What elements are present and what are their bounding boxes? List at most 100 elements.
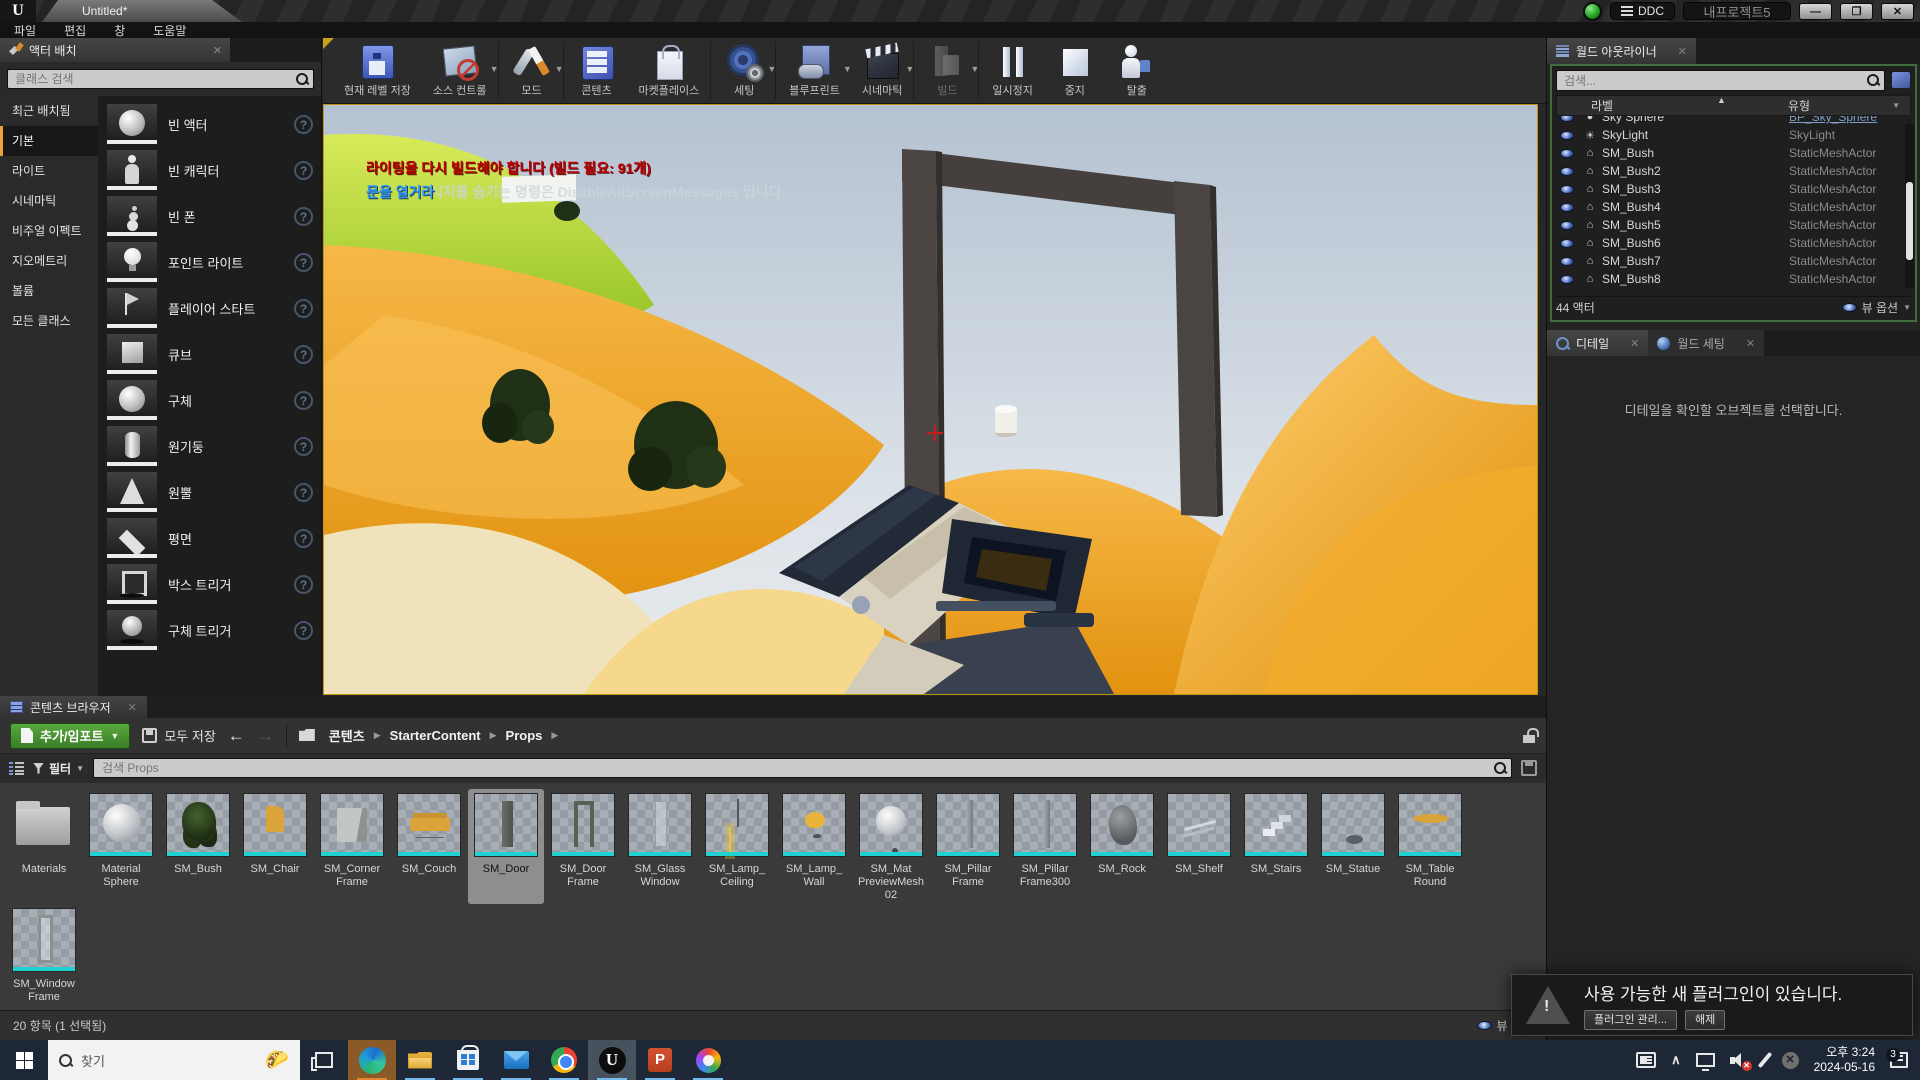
category-item[interactable]: 모든 클래스 [0, 306, 98, 336]
toolbar-button[interactable]: ▼ 빌드 [916, 42, 979, 99]
outliner-row[interactable]: ☀ SkyLight SkyLight [1556, 126, 1911, 144]
asset-item[interactable]: SM_Corner Frame [314, 789, 390, 904]
visibility-eye-icon[interactable] [1560, 239, 1574, 248]
asset-item[interactable]: SM_Pillar Frame [930, 789, 1006, 904]
tray-expand-icon[interactable]: ∧ [1671, 1052, 1681, 1068]
class-search-box[interactable] [7, 69, 314, 89]
menu-item[interactable]: 도움말 [139, 22, 200, 39]
filter-button[interactable]: 필터 ▼ [33, 760, 84, 777]
help-icon[interactable]: ? [294, 115, 313, 134]
help-icon[interactable]: ? [294, 299, 313, 318]
close-tab-icon[interactable]: ✕ [1746, 337, 1755, 350]
asset-item[interactable]: SM_Bush [160, 789, 236, 904]
content-browser-tab[interactable]: 콘텐츠 브라우저 ✕ [0, 696, 147, 718]
breadcrumb-link[interactable]: Props [506, 728, 543, 743]
toolbar-button[interactable]: ▼ 콘텐츠 [566, 42, 628, 99]
category-item[interactable]: 시네마틱 [0, 186, 98, 216]
chevron-down-icon[interactable]: ▼ [905, 64, 914, 74]
placeable-actor-item[interactable]: 빈 액터 ? [98, 101, 321, 147]
close-tab-icon[interactable]: ✕ [213, 44, 222, 57]
open-folder-icon[interactable] [299, 729, 317, 742]
outliner-row[interactable]: ⌂ SM_Bush8 StaticMeshActor [1556, 270, 1911, 288]
taskbar-app-unreal[interactable]: U [588, 1040, 636, 1080]
asset-item[interactable]: SM_Pillar Frame300 [1007, 789, 1083, 904]
taskbar-app-edge[interactable] [348, 1040, 396, 1080]
asset-item[interactable]: SM_Window Frame [6, 904, 82, 1006]
outliner-row[interactable]: ⌂ SM_Bush5 StaticMeshActor [1556, 216, 1911, 234]
close-circle-icon[interactable]: ✕ [1782, 1052, 1799, 1069]
visibility-eye-icon[interactable] [1560, 149, 1574, 158]
asset-item[interactable]: SM_Chair [237, 789, 313, 904]
breadcrumb-link[interactable]: StarterContent [390, 728, 481, 743]
breadcrumb-link[interactable]: 콘텐츠 [329, 726, 365, 745]
asset-item[interactable]: SM_Glass Window [622, 789, 698, 904]
widgets-news-icon[interactable] [1636, 1052, 1656, 1068]
close-tab-icon[interactable]: ✕ [1630, 337, 1639, 350]
start-button[interactable] [0, 1040, 48, 1080]
save-all-button[interactable]: 모두 저장 [142, 726, 215, 745]
close-tab-icon[interactable]: ✕ [1678, 45, 1687, 58]
placeable-actor-item[interactable]: 박스 트리거 ? [98, 561, 321, 607]
toolbar-button[interactable]: ▼ 세팅 [713, 42, 776, 99]
taskbar-app-store[interactable] [444, 1040, 492, 1080]
add-import-button[interactable]: 추가/임포트 ▼ [10, 723, 130, 749]
placeable-actor-item[interactable]: 원뿔 ? [98, 469, 321, 515]
chevron-down-icon[interactable]: ▼ [555, 64, 564, 74]
visibility-eye-icon[interactable] [1560, 221, 1574, 230]
help-icon[interactable]: ? [294, 391, 313, 410]
visibility-eye-icon[interactable] [1560, 131, 1574, 140]
asset-item[interactable]: SM_Door [468, 789, 544, 904]
menu-item[interactable]: 창 [100, 22, 139, 39]
menu-item[interactable]: 파일 [0, 22, 50, 39]
taskbar-app-krita[interactable] [684, 1040, 732, 1080]
category-item[interactable]: 비주얼 이펙트 [0, 216, 98, 246]
chevron-down-icon[interactable]: ▼ [1892, 101, 1900, 110]
chevron-right-icon[interactable]: ▶ [374, 730, 381, 741]
chevron-right-icon[interactable]: ▶ [551, 730, 558, 741]
help-icon[interactable]: ? [294, 529, 313, 548]
placeable-actor-item[interactable]: 구체 ? [98, 377, 321, 423]
help-icon[interactable]: ? [294, 621, 313, 640]
outliner-row[interactable]: ⌂ SM_Bush4 StaticMeshActor [1556, 198, 1911, 216]
asset-item[interactable]: SM_Rock [1084, 789, 1160, 904]
placeable-actor-item[interactable]: 빈 폰 ? [98, 193, 321, 239]
pen-icon[interactable] [1757, 1052, 1772, 1068]
visibility-eye-icon[interactable] [1560, 257, 1574, 266]
level-viewport[interactable]: 라이팅을 다시 빌드해야 합니다 (빌드 필요: 91개) 시지를 숨기는 명령… [323, 104, 1538, 695]
taskbar-search-box[interactable]: 찾기 🌮 [48, 1040, 300, 1080]
asset-item[interactable]: SM_Lamp_ Ceiling [699, 789, 775, 904]
taskbar-app-powerpoint[interactable]: P [636, 1040, 684, 1080]
outliner-scrollbar[interactable] [1905, 124, 1914, 288]
asset-item[interactable]: SM_Shelf [1161, 789, 1237, 904]
outliner-search-box[interactable] [1556, 70, 1885, 91]
place-actors-tab[interactable]: 액터 배치 ✕ [0, 38, 230, 62]
manage-plugins-button[interactable]: 플러그인 관리... [1584, 1010, 1677, 1030]
placeable-actor-item[interactable]: 구체 트리거 ? [98, 607, 321, 653]
outliner-row[interactable]: ⌂ SM_Bush6 StaticMeshActor [1556, 234, 1911, 252]
toolbar-button[interactable]: ▼ 시네마틱 [851, 42, 914, 99]
category-item[interactable]: 라이트 [0, 156, 98, 186]
forward-arrow-icon[interactable]: → [257, 726, 274, 746]
outliner-row[interactable]: ⌂ SM_Bush StaticMeshActor [1556, 144, 1911, 162]
class-search-input[interactable] [8, 70, 313, 88]
asset-search-box[interactable] [93, 758, 1512, 778]
menu-item[interactable]: 편집 [50, 22, 100, 39]
help-icon[interactable]: ? [294, 161, 313, 180]
help-icon[interactable]: ? [294, 253, 313, 272]
back-arrow-icon[interactable]: ← [228, 726, 245, 746]
asset-item[interactable]: SM_Table Round [1392, 789, 1468, 904]
save-search-icon[interactable] [1521, 760, 1537, 776]
details-tab[interactable]: 디테일 ✕ [1547, 330, 1648, 356]
taskbar-app-mail[interactable] [492, 1040, 540, 1080]
toolbar-button[interactable]: ▼ 모드 [501, 42, 564, 99]
placeable-actor-item[interactable]: 빈 캐릭터 ? [98, 147, 321, 193]
taskbar-app-chrome[interactable] [540, 1040, 588, 1080]
help-icon[interactable]: ? [294, 437, 313, 456]
taskbar-app-explorer[interactable] [396, 1040, 444, 1080]
visibility-eye-icon[interactable] [1560, 203, 1574, 212]
dismiss-button[interactable]: 해제 [1685, 1010, 1725, 1030]
document-tab[interactable]: Untitled* [42, 0, 242, 22]
chevron-down-icon[interactable]: ▼ [970, 64, 979, 74]
placeable-actor-item[interactable]: 포인트 라이트 ? [98, 239, 321, 285]
placeable-actor-item[interactable]: 평면 ? [98, 515, 321, 561]
